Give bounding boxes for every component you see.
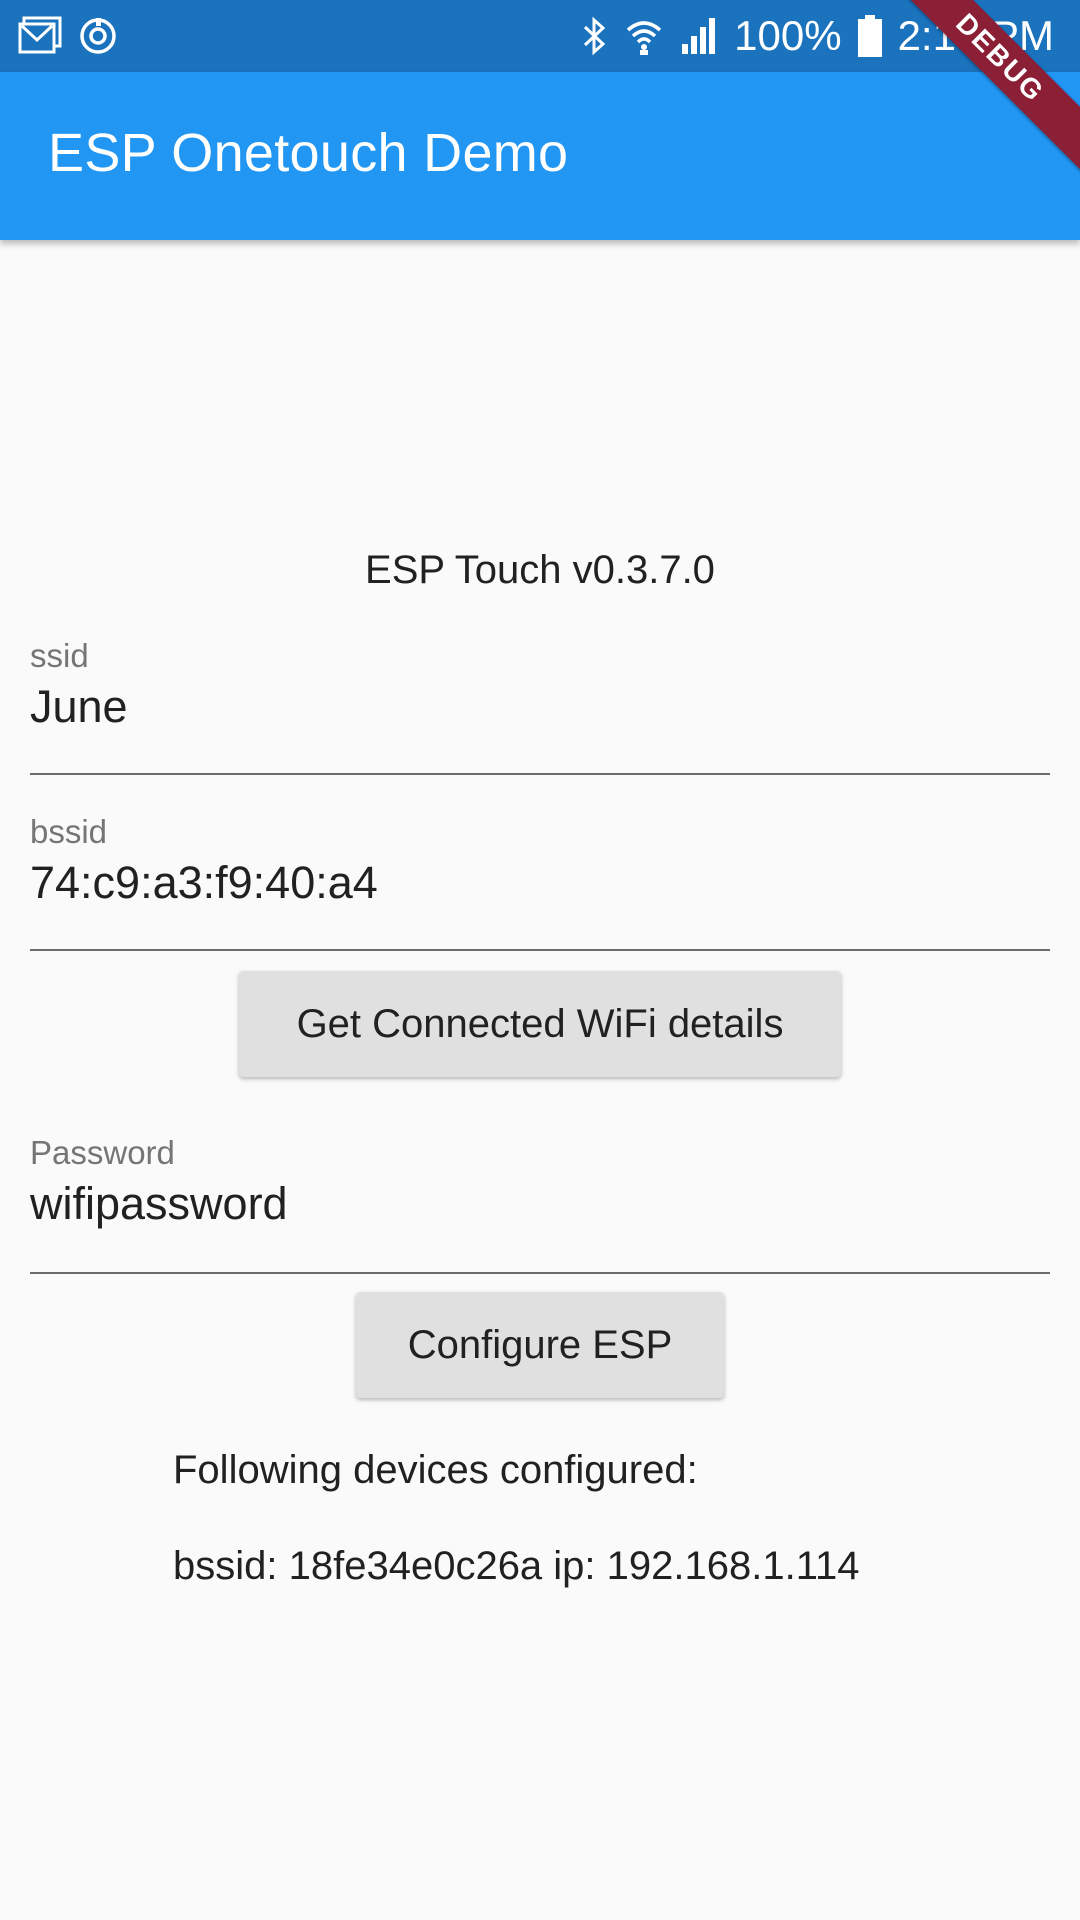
device-result-item: bssid: 18fe34e0c26a ip: 192.168.1.114 (173, 1544, 860, 1588)
sync-icon (78, 16, 118, 56)
gmail-icon (18, 16, 62, 56)
cell-signal-icon (680, 16, 718, 56)
app-title: ESP Onetouch Demo (48, 123, 569, 183)
battery-icon (857, 15, 882, 57)
bssid-input[interactable]: 74:c9:a3:f9:40:a4 (30, 857, 378, 909)
app-bar: ESP Onetouch Demo (0, 72, 1080, 240)
ssid-underline (30, 773, 1050, 775)
bluetooth-icon (582, 16, 608, 56)
bssid-label: bssid (30, 813, 108, 850)
ssid-label: ssid (30, 637, 89, 674)
password-label: Password (30, 1134, 175, 1171)
ssid-field[interactable]: ssid June (30, 637, 1050, 777)
results-heading: Following devices configured: (173, 1448, 698, 1492)
configure-esp-button[interactable]: Configure ESP (356, 1292, 724, 1398)
get-wifi-details-button[interactable]: Get Connected WiFi details (239, 971, 841, 1077)
password-underline (30, 1272, 1050, 1274)
status-bar: 100% 2:19 PM (0, 0, 1080, 72)
ssid-input[interactable]: June (30, 681, 128, 733)
password-field[interactable]: Password wifipassword (30, 1134, 1050, 1274)
version-text: ESP Touch v0.3.7.0 (365, 548, 715, 592)
wifi-icon (624, 16, 664, 56)
bssid-field[interactable]: bssid 74:c9:a3:f9:40:a4 (30, 813, 1050, 953)
password-input[interactable]: wifipassword (30, 1178, 288, 1230)
battery-percent: 100% (734, 12, 842, 59)
bssid-underline (30, 949, 1050, 951)
